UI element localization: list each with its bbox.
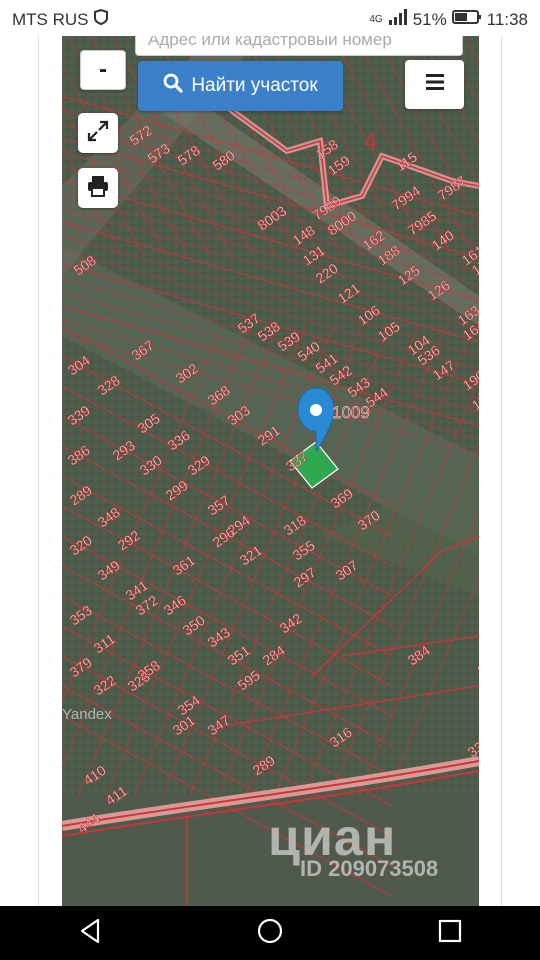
menu-button[interactable] <box>405 60 464 109</box>
home-circle-icon <box>256 917 284 950</box>
page-frame: 572 573 578 580 158 159 115 7987 7994 8003 7989 800… <box>38 36 502 906</box>
status-bar: MTS RUS 4G 51% 11:38 <box>0 0 540 36</box>
yandex-watermark: Yandex <box>62 706 112 723</box>
recents-square-icon <box>438 919 462 948</box>
search-input[interactable]: Адрес или кадастровый номер <box>135 36 463 56</box>
marker-parcel-label: 1009 <box>332 403 370 422</box>
find-button-label: Найти участок <box>191 75 318 96</box>
network-type: 4G <box>369 14 383 25</box>
home-button[interactable] <box>240 913 300 953</box>
signal-icon <box>388 9 408 30</box>
search-placeholder: Адрес или кадастровый номер <box>148 36 392 49</box>
listing-id-watermark: ID 209073508 <box>300 856 439 881</box>
quarter-label: 4 <box>364 128 377 155</box>
find-parcel-button[interactable]: Найти участок <box>138 61 343 111</box>
satellite-layer: 572573 578 580 158159 115798779948003 7989800… <box>62 36 479 906</box>
back-triangle-icon <box>78 918 102 949</box>
battery-icon <box>451 9 482 30</box>
carrier-name: MTS RUS <box>12 9 89 29</box>
clock: 11:38 <box>486 9 528 29</box>
printer-icon <box>87 175 109 202</box>
battery-percent: 51% <box>412 9 447 29</box>
zoom-out-button[interactable]: - <box>80 50 126 90</box>
print-button[interactable] <box>78 168 118 208</box>
expand-icon <box>87 120 109 147</box>
back-button[interactable] <box>60 913 120 953</box>
recents-button[interactable] <box>420 913 480 953</box>
cadastral-map[interactable]: 572 573 578 580 158 159 115 7987 7994 8003 7989 800… <box>62 36 479 906</box>
hamburger-icon <box>424 72 446 97</box>
zoom-out-label: - <box>99 56 107 83</box>
fullscreen-button[interactable] <box>78 113 118 153</box>
search-icon <box>163 73 183 99</box>
shield-icon <box>93 8 109 30</box>
system-nav-bar <box>0 906 540 960</box>
